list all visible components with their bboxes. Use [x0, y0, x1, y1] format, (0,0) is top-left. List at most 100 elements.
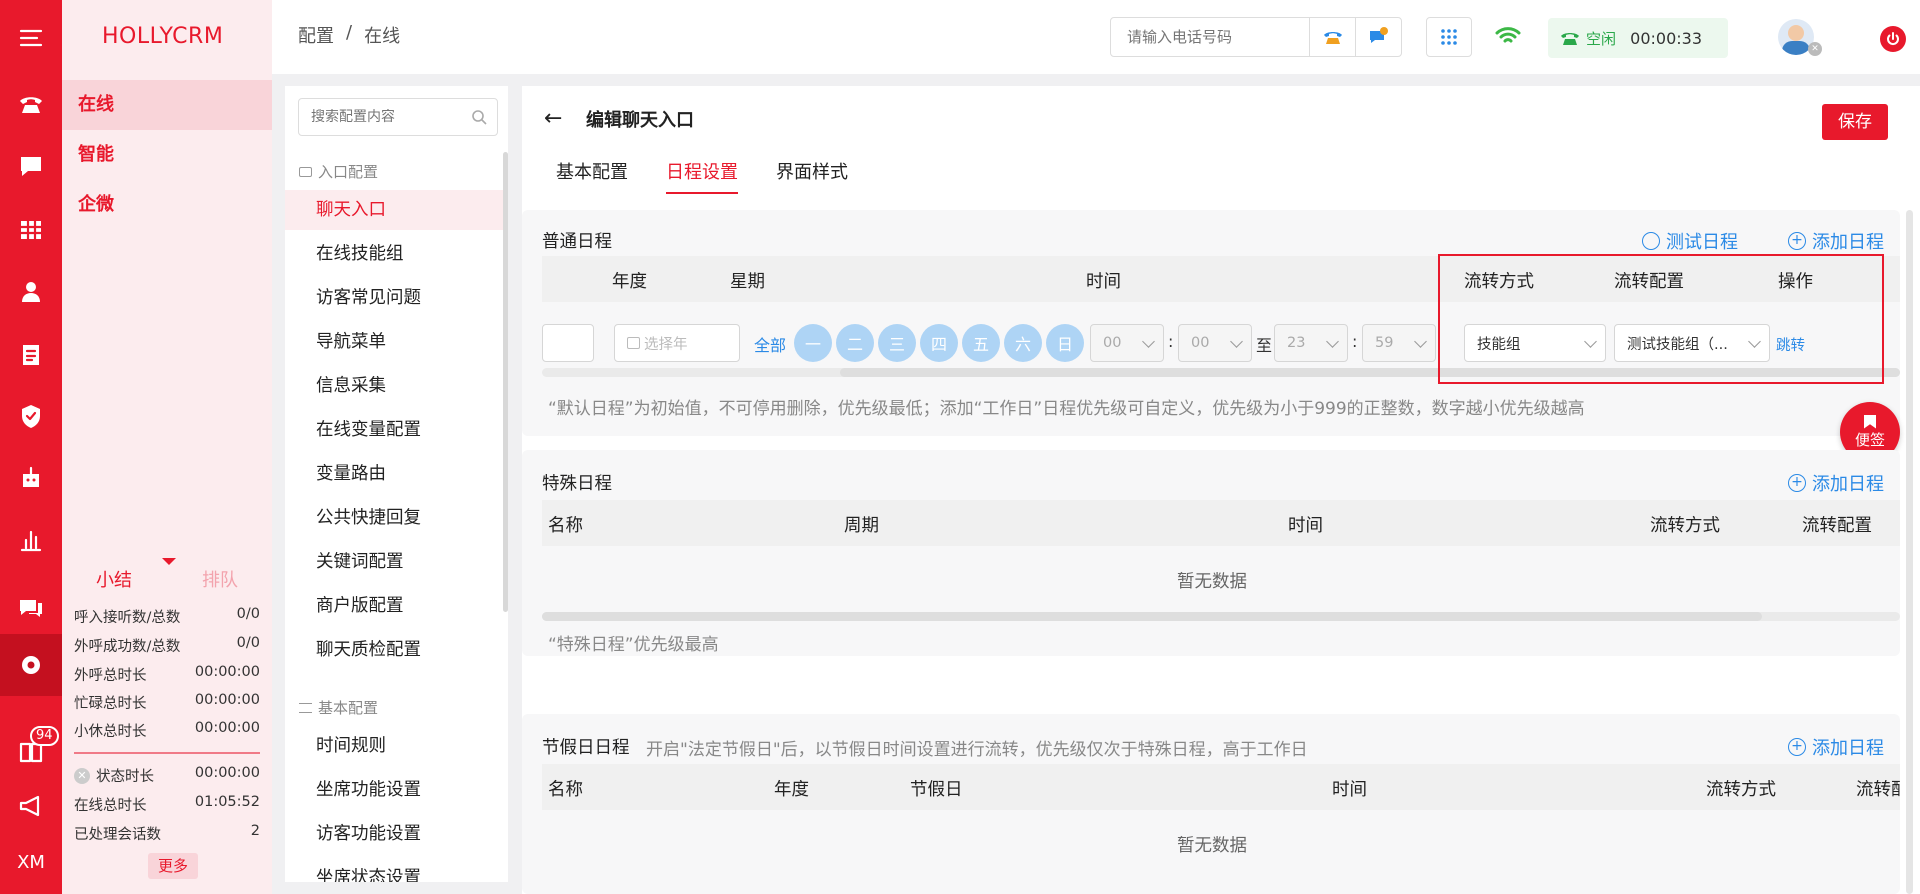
plus-circle-icon: + [1788, 232, 1806, 250]
start-minute-select[interactable]: 00 [1178, 324, 1252, 362]
special-schedule-panel: 特殊日程 + 添加日程 名称 周期 时间 流转方式 流转配置 暂无数据 “特殊日程… [522, 450, 1900, 656]
tab-queue[interactable]: 排队 [202, 566, 238, 592]
close-circle-icon: ✕ [74, 767, 90, 784]
status-label: 空闲 [1586, 29, 1617, 48]
add-schedule-link[interactable]: + 添加日程 [1788, 734, 1884, 760]
start-hour-select[interactable]: 00 [1090, 324, 1164, 362]
avatar-status-icon: ✕ [1808, 42, 1822, 56]
normal-note: “默认日程”为初始值，不可停用删除，优先级最低；添加“工作日”日程优先级可自定义… [548, 399, 1585, 419]
message-icon[interactable] [0, 584, 62, 632]
tab-schedule[interactable]: 日程设置 [666, 158, 738, 184]
arrow-left-icon[interactable]: ← [544, 106, 562, 131]
config-item-chat-entry[interactable]: 聊天入口 [285, 190, 505, 230]
name-input[interactable] [542, 324, 594, 362]
section-title: 普通日程 [542, 232, 612, 252]
grid-icon[interactable] [0, 206, 62, 254]
agent-status[interactable]: 空闲 00:00:33 [1548, 18, 1728, 58]
config-item[interactable]: 信息采集 [285, 366, 505, 406]
test-schedule-link[interactable]: 测试日程 [1642, 228, 1738, 254]
config-item[interactable]: 导航菜单 [285, 322, 505, 362]
day-toggle[interactable]: 三 [878, 324, 916, 362]
person-icon[interactable] [0, 268, 62, 316]
nav-item-wecom[interactable]: 企微 [62, 180, 272, 230]
end-minute-select[interactable]: 59 [1362, 324, 1436, 362]
breadcrumb: 配置 / 在线 [298, 22, 400, 48]
nav-item-online[interactable]: 在线 [62, 80, 272, 130]
status-phone-icon [1561, 33, 1579, 45]
config-item[interactable]: 在线技能组 [285, 234, 505, 274]
main-scrollbar[interactable] [1906, 210, 1913, 894]
config-item[interactable]: 坐席功能设置 [285, 770, 505, 810]
config-item[interactable]: 时间规则 [285, 726, 505, 766]
clipboard-icon[interactable] [0, 330, 62, 378]
stat-row: 小休总时长 00:00:00 [74, 720, 260, 740]
search-icon[interactable] [471, 109, 487, 125]
wifi-icon [1494, 24, 1522, 52]
table-header: 名称 周期 时间 流转方式 流转配置 [542, 500, 1900, 546]
day-toggle[interactable]: 日 [1046, 324, 1084, 362]
config-scrollbar[interactable] [503, 152, 508, 612]
add-schedule-link[interactable]: + 添加日程 [1788, 228, 1884, 254]
config-item[interactable]: 坐席状态设置 [285, 858, 505, 882]
config-search-input[interactable] [299, 109, 459, 125]
tab-basic[interactable]: 基本配置 [556, 158, 628, 184]
day-toggle[interactable]: 六 [1004, 324, 1042, 362]
phone-input[interactable] [1111, 18, 1309, 56]
config-search [298, 98, 498, 136]
config-item[interactable]: 公共快捷回复 [285, 498, 505, 538]
config-item[interactable]: 聊天质检配置 [285, 630, 505, 670]
apps-grid-icon[interactable] [1426, 17, 1472, 57]
config-item[interactable]: 变量路由 [285, 454, 505, 494]
breadcrumb-item[interactable]: 配置 [298, 22, 334, 48]
section-title: 特殊日程 [542, 474, 612, 494]
bar-chart-icon[interactable] [0, 516, 62, 564]
day-toggle[interactable]: 四 [920, 324, 958, 362]
day-toggle[interactable]: 一 [794, 324, 832, 362]
page-title: 编辑聊天入口 [586, 110, 694, 131]
select-all-days[interactable]: 全部 [754, 332, 786, 356]
config-item[interactable]: 访客常见问题 [285, 278, 505, 318]
stat-row: 忙碌总时长 00:00:00 [74, 692, 260, 712]
clock-icon [1642, 232, 1660, 250]
col-name: 名称 [548, 516, 583, 536]
chat-icon[interactable] [0, 142, 62, 190]
power-icon[interactable] [1880, 26, 1906, 52]
robot-icon[interactable] [0, 454, 62, 502]
phone-icon[interactable] [0, 80, 62, 128]
stat-row: ✕ 状态时长 00:00:00 [74, 765, 260, 786]
config-item[interactable]: 访客功能设置 [285, 814, 505, 854]
status-timer: 00:00:33 [1630, 28, 1702, 48]
menu-icon[interactable] [0, 14, 62, 62]
collapse-caret-icon[interactable] [162, 558, 176, 565]
stat-row: 呼入接听数/总数 0/0 [74, 606, 260, 626]
section-title: 节假日日程 [542, 738, 630, 758]
end-hour-select[interactable]: 23 [1274, 324, 1348, 362]
top-header: 配置 / 在线 空闲 00:00:33 ✕ [272, 0, 1920, 74]
time-colon: : [1352, 332, 1358, 351]
nav-item-smart[interactable]: 智能 [62, 130, 272, 180]
stat-row: 已处理会话数 2 [74, 823, 260, 843]
col-year: 年度 [774, 780, 809, 800]
add-schedule-link[interactable]: + 添加日程 [1788, 470, 1884, 496]
shield-icon[interactable] [0, 392, 62, 440]
day-toggle[interactable]: 五 [962, 324, 1000, 362]
col-week: 星期 [730, 272, 765, 292]
day-toggle[interactable]: 二 [836, 324, 874, 362]
tab-style[interactable]: 界面样式 [776, 158, 848, 184]
sticky-label: 便签 [1854, 430, 1885, 449]
more-button[interactable]: 更多 [148, 853, 198, 879]
config-item[interactable]: 关键词配置 [285, 542, 505, 582]
settings-icon[interactable] [0, 634, 62, 696]
dial-icon[interactable] [1309, 18, 1355, 56]
col-flow-config: 流转配 [1856, 780, 1900, 800]
highlight-box [1438, 254, 1884, 384]
sms-icon[interactable] [1355, 18, 1401, 56]
config-item[interactable]: 在线变量配置 [285, 410, 505, 450]
year-picker[interactable]: 选择年 [614, 324, 740, 362]
megaphone-icon[interactable] [0, 782, 62, 830]
horizontal-scrollbar-thumb[interactable] [542, 612, 1762, 621]
tab-summary[interactable]: 小结 [96, 566, 132, 592]
config-item[interactable]: 商户版配置 [285, 586, 505, 626]
col-holiday: 节假日 [910, 780, 963, 800]
save-button[interactable]: 保存 [1822, 104, 1888, 140]
